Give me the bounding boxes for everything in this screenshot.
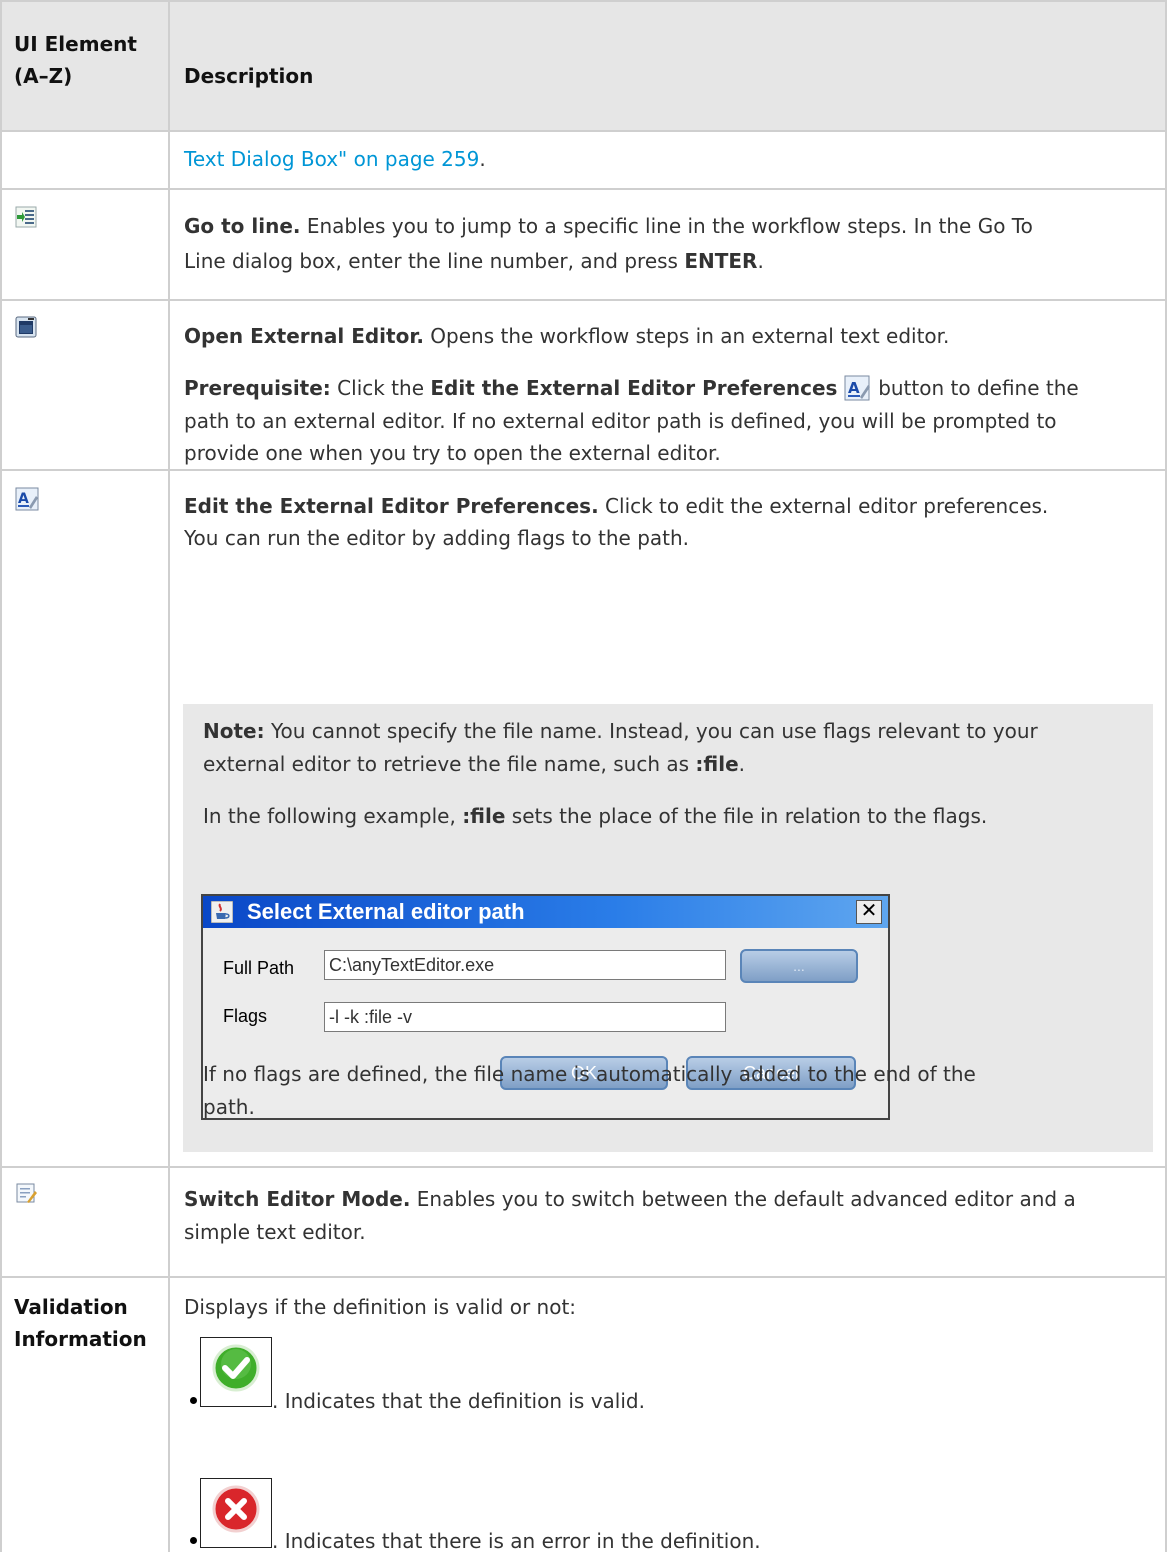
go-to-line-icon bbox=[15, 206, 37, 228]
link-row-text: Text Dialog Box" on page 259. bbox=[184, 147, 486, 171]
open-external-editor-line2: path to an external editor. If no extern… bbox=[184, 409, 1057, 433]
bullet bbox=[190, 1397, 197, 1404]
validation-label-line1: Validation bbox=[14, 1295, 128, 1319]
browse-button[interactable]: ... bbox=[740, 949, 858, 983]
close-icon[interactable]: ✕ bbox=[856, 900, 882, 924]
valid-text: . Indicates that the definition is valid… bbox=[272, 1389, 645, 1413]
go-to-line-line2: Line dialog box, enter the line number, … bbox=[184, 249, 764, 273]
validation-desc: Displays if the definition is valid or n… bbox=[184, 1295, 577, 1319]
header-col1-line2: (A–Z) bbox=[14, 64, 73, 88]
valid-check-icon bbox=[200, 1337, 272, 1407]
open-external-editor-line1: Open External Editor. Opens the workflow… bbox=[184, 324, 950, 348]
open-external-editor-prereq: Prerequisite: Click the Edit the Externa… bbox=[184, 375, 1079, 401]
note-line2: external editor to retrieve the file nam… bbox=[203, 752, 746, 776]
grid-line bbox=[0, 1166, 1167, 1168]
full-path-input[interactable]: C:\anyTextEditor.exe bbox=[324, 950, 726, 980]
java-cup-icon bbox=[210, 900, 234, 924]
flags-input[interactable]: -l -k :file -v bbox=[324, 1002, 726, 1032]
grid-line bbox=[0, 130, 1167, 132]
go-to-line-line1: Go to line. Enables you to jump to a spe… bbox=[184, 214, 1033, 238]
text-dialog-box-link[interactable]: Text Dialog Box" on page 259 bbox=[184, 147, 479, 171]
svg-text:A: A bbox=[18, 491, 29, 507]
grid-line bbox=[0, 299, 1167, 301]
error-text: . Indicates that there is an error in th… bbox=[272, 1529, 761, 1553]
full-path-label: Full Path bbox=[223, 958, 295, 978]
note-footer-line2: path. bbox=[203, 1095, 255, 1119]
svg-text:A: A bbox=[848, 379, 860, 397]
switch-editor-mode-line2: simple text editor. bbox=[184, 1220, 366, 1244]
edit-preferences-inline-icon: A bbox=[844, 375, 872, 401]
header-col2: Description bbox=[184, 64, 314, 88]
flags-label: Flags bbox=[223, 1006, 268, 1026]
open-external-editor-line3: provide one when you try to open the ext… bbox=[184, 441, 721, 465]
grid-line bbox=[0, 188, 1167, 190]
edit-preferences-line2: You can run the editor by adding flags t… bbox=[184, 526, 690, 550]
dialog-title: Select External editor path bbox=[247, 899, 525, 924]
bullet bbox=[190, 1537, 197, 1544]
validation-label-line2: Information bbox=[14, 1327, 147, 1351]
note-example: In the following example, :file sets the… bbox=[203, 804, 988, 828]
dialog-title-bar: Select External editor path ✕ bbox=[203, 896, 888, 928]
grid-line bbox=[0, 0, 1167, 2]
grid-line bbox=[0, 1276, 1167, 1278]
grid-line bbox=[168, 0, 170, 1552]
note-footer-line1: If no flags are defined, the file name i… bbox=[203, 1062, 976, 1086]
switch-editor-mode-line1: Switch Editor Mode. Enables you to switc… bbox=[184, 1187, 1076, 1211]
ui-element-table: UI Element (A–Z) Description Text Dialog… bbox=[0, 0, 1167, 1553]
grid-line bbox=[0, 0, 2, 1552]
edit-preferences-icon: A bbox=[15, 487, 39, 511]
header-col1-line1: UI Element bbox=[14, 32, 137, 56]
switch-editor-mode-icon bbox=[15, 1182, 37, 1204]
error-x-icon bbox=[200, 1478, 272, 1548]
table-header bbox=[0, 0, 1167, 131]
open-external-editor-icon bbox=[15, 316, 37, 338]
edit-preferences-line1: Edit the External Editor Preferences. Cl… bbox=[184, 494, 1049, 518]
note-line1: Note: You cannot specify the file name. … bbox=[203, 719, 1038, 743]
grid-line bbox=[0, 469, 1167, 471]
